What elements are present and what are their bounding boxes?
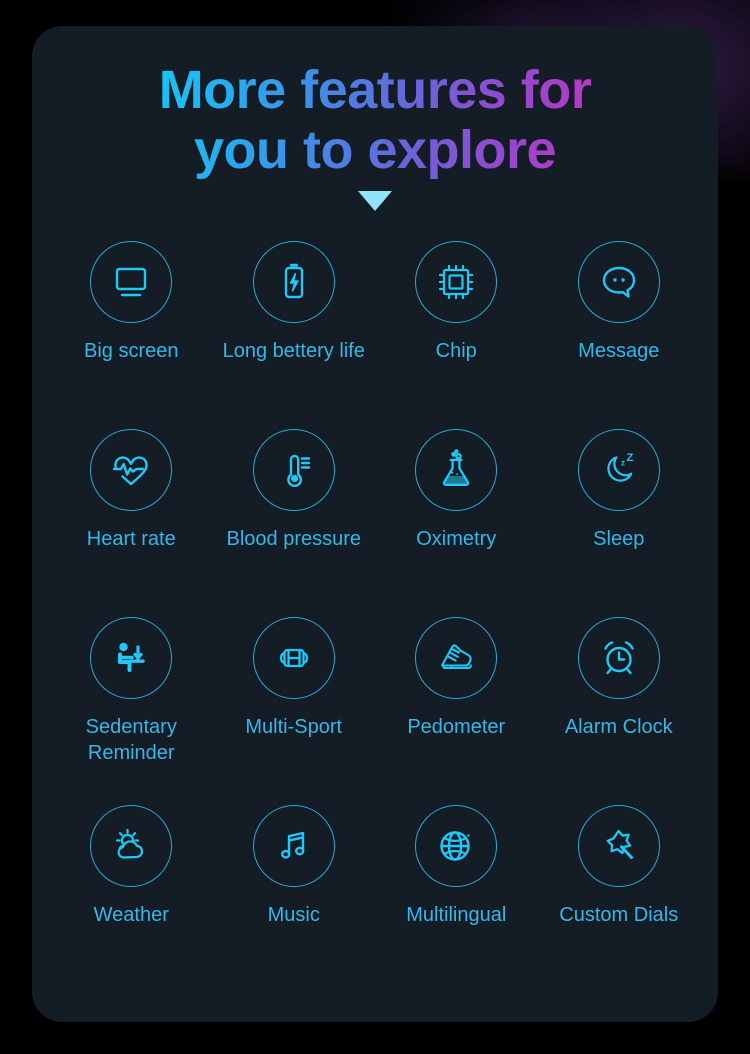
feature-label: Weather [93,903,169,926]
music-note-icon [272,824,316,868]
feature-item-pedometer[interactable]: Pedometer [375,616,538,805]
feature-label: Chip [435,339,477,362]
feature-icon-circle [90,616,173,699]
feature-card: More features for you to explore Big scr… [32,26,718,1022]
moon-zzz-icon: Z z [597,448,641,492]
feature-icon-circle [252,616,335,699]
feature-item-alarm-clock[interactable]: Alarm Clock [538,616,701,805]
feature-icon-circle [252,428,335,511]
feature-grid: Big screen Long bettery life Chip Messag… [32,240,718,993]
feature-icon-circle [577,804,660,887]
svg-text:Z: Z [626,452,633,464]
feature-item-multi-sport[interactable]: Multi-Sport [213,616,376,805]
sun-cloud-icon [109,824,153,868]
feature-label: Big screen [84,339,179,362]
feature-icon-circle: Z z [577,428,660,511]
monitor-icon [109,260,153,304]
feature-icon-circle [90,240,173,323]
feature-item-custom-dials[interactable]: Custom Dials [538,804,701,993]
magic-wand-icon [597,824,641,868]
feature-label: Multi-Sport [245,715,343,738]
page-title-line-1: More features for [158,60,592,120]
sneaker-icon [434,636,478,680]
feature-item-multilingual[interactable]: Multilingual [375,804,538,993]
feature-item-big-screen[interactable]: Big screen [50,240,213,429]
feature-label: Alarm Clock [564,715,673,738]
page-background: More features for you to explore Big scr… [0,0,750,1054]
feature-item-oximetry[interactable]: Oximetry [375,428,538,617]
feature-item-music[interactable]: Music [213,804,376,993]
dumbbell-icon [272,636,316,680]
feature-label: Music [267,903,320,926]
feature-label: Multilingual [406,903,507,926]
feature-label: Custom Dials [559,903,679,926]
battery-bolt-icon [272,260,316,304]
feature-icon-circle [577,240,660,323]
feature-label: Sleep [593,527,645,550]
feature-label: Long bettery life [222,339,365,362]
feature-item-message[interactable]: Message [538,240,701,429]
chat-bubble-icon [597,260,641,304]
globe-icon [434,824,478,868]
feature-icon-circle [252,240,335,323]
feature-label: Heart rate [86,527,176,550]
feature-label: Message [578,339,660,362]
feature-label: Oximetry [416,527,497,550]
feature-icon-circle [415,804,498,887]
feature-label: Pedometer [407,715,506,738]
feature-label: Sedentary Reminder [85,715,177,765]
feature-icon-circle [415,240,498,323]
feature-item-sleep[interactable]: Z z Sleep [538,428,701,617]
down-caret-icon [358,190,392,211]
feature-item-long-battery-life[interactable]: Long bettery life [213,240,376,429]
feature-item-blood-pressure[interactable]: Blood pressure [213,428,376,617]
feature-item-heart-rate[interactable]: Heart rate [50,428,213,617]
feature-icon-circle [90,804,173,887]
feature-icon-circle [577,616,660,699]
feature-icon-circle [90,428,173,511]
feature-icon-circle [415,428,498,511]
sitting-person-icon [109,636,153,680]
chip-icon [434,260,478,304]
svg-text:z: z [621,458,625,467]
page-title: More features for you to explore [32,26,718,181]
feature-item-sedentary-reminder[interactable]: Sedentary Reminder [50,616,213,805]
alarm-clock-icon [597,636,641,680]
page-title-line-2: you to explore [193,120,557,181]
feature-item-chip[interactable]: Chip [375,240,538,429]
feature-icon-circle [252,804,335,887]
thermometer-icon [272,448,316,492]
flask-icon [434,448,478,492]
feature-icon-circle [415,616,498,699]
heart-pulse-icon [109,448,153,492]
feature-label: Blood pressure [226,527,362,550]
feature-item-weather[interactable]: Weather [50,804,213,993]
